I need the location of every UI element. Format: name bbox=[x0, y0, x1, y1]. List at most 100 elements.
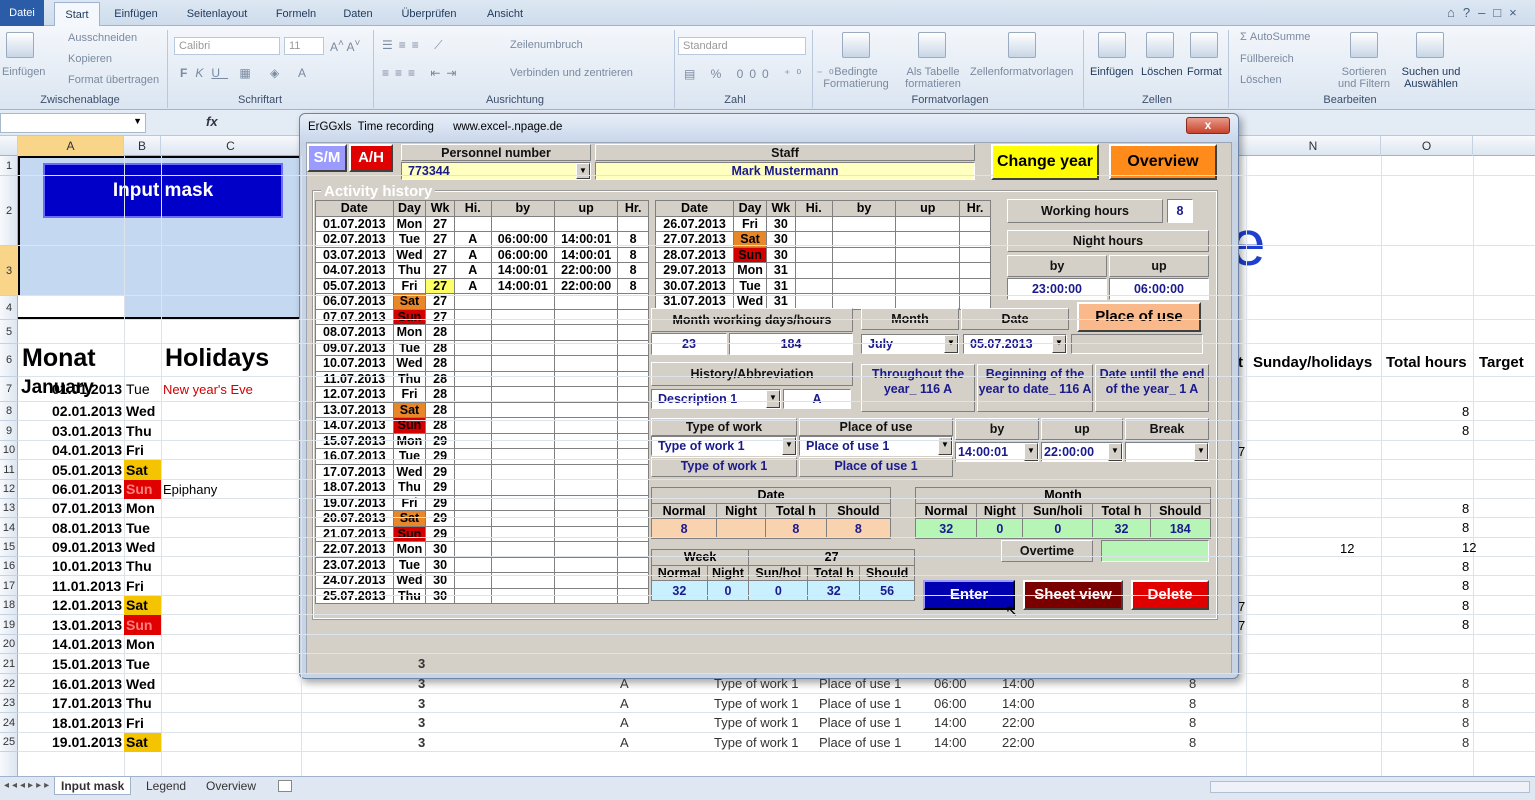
cell-day[interactable]: Tue bbox=[126, 518, 150, 538]
cell-target[interactable]: 8 bbox=[1462, 421, 1469, 441]
table-row[interactable]: 30.07.2013 Tue 31 bbox=[654, 277, 991, 294]
column-header-n[interactable]: N bbox=[1246, 136, 1381, 156]
table-row[interactable]: 23.07.2013 Tue 30 bbox=[315, 556, 649, 573]
ah-button[interactable]: A/H bbox=[349, 144, 393, 172]
cell-day[interactable]: Tue bbox=[126, 654, 150, 674]
format-as-table-button[interactable]: Als Tabelle formatieren bbox=[896, 66, 970, 90]
sort-filter-button[interactable]: Sortieren und Filtern bbox=[1332, 66, 1396, 90]
tab-ansicht[interactable]: Ansicht bbox=[480, 2, 530, 26]
number-format-combo[interactable]: Standard bbox=[678, 37, 806, 55]
fx-icon[interactable]: fx bbox=[206, 114, 218, 129]
cell-up[interactable]: 14:00 bbox=[1002, 694, 1035, 713]
row-header[interactable]: 1 bbox=[0, 156, 18, 176]
cell-hours[interactable]: 8 bbox=[1189, 694, 1196, 713]
cell-date[interactable]: 14.01.2013 bbox=[52, 635, 122, 654]
chevron-down-icon[interactable]: ▼ bbox=[944, 335, 958, 353]
row-header[interactable]: 6 bbox=[0, 344, 18, 377]
cell-target[interactable]: 8 bbox=[1462, 518, 1469, 538]
cell-place-of-use[interactable]: Place of use 1 bbox=[819, 694, 901, 713]
cell-day[interactable]: Sat bbox=[124, 460, 161, 480]
window-controls-icon[interactable]: ⌂?–□× bbox=[1447, 5, 1527, 21]
table-row[interactable]: 07.07.2013 Sun 27 bbox=[315, 308, 649, 325]
align-left-icon[interactable]: ≡≡≡ ⇤⇥ bbox=[382, 66, 462, 80]
tab-einfuegen[interactable]: Einfügen bbox=[108, 2, 164, 26]
wrap-text-button[interactable]: Zeilenumbruch bbox=[510, 39, 583, 51]
type-of-work-select[interactable]: Type of work 1 ▼ bbox=[651, 436, 797, 456]
cell-date[interactable]: 04.01.2013 bbox=[52, 441, 122, 460]
cell-code[interactable]: A bbox=[620, 674, 629, 694]
cell-day[interactable]: Fri bbox=[126, 713, 144, 733]
row-header[interactable]: 14 bbox=[0, 518, 18, 538]
sheet-tab-input-mask[interactable]: Input mask bbox=[54, 777, 132, 795]
sheet-nav-icon[interactable]: ◂◂◂▸▸▸ bbox=[4, 780, 52, 791]
row-header[interactable]: 21 bbox=[0, 654, 18, 674]
sm-button[interactable]: S/M bbox=[307, 144, 347, 172]
row-header[interactable]: 2 bbox=[0, 176, 18, 246]
cell-by[interactable]: 06:00 bbox=[934, 674, 967, 694]
cell-day[interactable]: Thu bbox=[126, 694, 152, 713]
month-select[interactable]: July ▼ bbox=[861, 334, 959, 354]
row-header[interactable]: 16 bbox=[0, 557, 18, 576]
clear-button[interactable]: Löschen bbox=[1240, 74, 1282, 86]
cell-target[interactable]: 8 bbox=[1462, 615, 1469, 635]
font-size-combo[interactable]: 11 bbox=[284, 37, 324, 55]
cell-holiday-note[interactable]: New year's Eve bbox=[163, 377, 253, 402]
cell-place-of-use[interactable]: Place of use 1 bbox=[819, 713, 901, 733]
cell-date[interactable]: 03.01.2013 bbox=[52, 421, 122, 441]
cell-type-of-work[interactable]: Type of work 1 bbox=[714, 713, 799, 733]
cell-day[interactable]: Wed bbox=[126, 402, 155, 421]
selected-cell[interactable] bbox=[18, 296, 124, 317]
delete-cells-button[interactable]: Löschen bbox=[1141, 66, 1183, 78]
insert-cells-icon[interactable] bbox=[1098, 32, 1126, 58]
cell-hours[interactable]: 8 bbox=[1189, 674, 1196, 694]
conditional-format-button[interactable]: Bedingte Formatierung bbox=[816, 66, 896, 90]
conditional-format-icon[interactable] bbox=[842, 32, 870, 58]
cell-date[interactable]: 11.01.2013 bbox=[52, 576, 121, 596]
cell-target[interactable]: 12 bbox=[1462, 538, 1476, 557]
table-row[interactable]: 18.07.2013 Thu 29 bbox=[315, 479, 649, 496]
find-select-button[interactable]: Suchen und Auswählen bbox=[1398, 66, 1464, 90]
table-row[interactable]: 08.07.2013 Mon 28 bbox=[315, 324, 649, 341]
row-header[interactable]: 5 bbox=[0, 320, 18, 344]
cell-holiday-note[interactable]: Epiphany bbox=[163, 480, 217, 499]
table-row[interactable]: 11.07.2013 Thu 28 bbox=[315, 370, 649, 387]
night-up-value[interactable]: 06:00:00 bbox=[1109, 278, 1209, 300]
cell-day[interactable]: Sun bbox=[124, 615, 161, 635]
cell-week[interactable]: 3 bbox=[418, 654, 425, 674]
cell-by[interactable]: 06:00 bbox=[934, 694, 967, 713]
table-row[interactable]: 28.07.2013 Sun 30 bbox=[654, 246, 991, 263]
personnel-number-select[interactable]: 773344 ▼ bbox=[401, 162, 591, 180]
cell-hours[interactable]: 8 bbox=[1189, 713, 1196, 733]
table-row[interactable]: 13.07.2013 Sat 28 bbox=[315, 401, 649, 418]
cell-day[interactable]: Mon bbox=[126, 635, 155, 654]
cell-day[interactable]: Wed bbox=[126, 674, 155, 694]
name-box[interactable]: ▼ bbox=[0, 113, 146, 133]
place-of-use-select[interactable]: Place of use 1 ▼ bbox=[799, 436, 953, 456]
column-header-a[interactable]: A bbox=[18, 136, 124, 156]
copy-button[interactable]: Kopieren bbox=[68, 53, 112, 65]
cell-date[interactable]: 19.01.2013 bbox=[52, 733, 122, 752]
cell-by[interactable]: 14:00 bbox=[934, 713, 967, 733]
cell-day[interactable]: Wed bbox=[126, 538, 155, 557]
table-row[interactable]: 16.07.2013 Tue 29 bbox=[315, 448, 649, 465]
cell-day[interactable]: Sat bbox=[124, 733, 161, 752]
table-row[interactable]: 26.07.2013 Fri 30 bbox=[654, 215, 991, 232]
cell-up[interactable]: 22:00 bbox=[1002, 733, 1035, 752]
table-row[interactable]: 01.07.2013 Mon 27 bbox=[315, 215, 649, 232]
cell-date[interactable]: 13.01.2013 bbox=[52, 615, 122, 635]
table-row[interactable]: 10.07.2013 Wed 28 bbox=[315, 355, 649, 372]
format-cells-icon[interactable] bbox=[1190, 32, 1218, 58]
row-header[interactable]: 3 bbox=[0, 246, 18, 296]
insert-cells-button[interactable]: Einfügen bbox=[1090, 66, 1133, 78]
cell-day[interactable]: Fri bbox=[126, 576, 144, 596]
paste-button[interactable]: Einfügen bbox=[2, 66, 45, 78]
tab-ueberpruefen[interactable]: Überprüfen bbox=[396, 2, 462, 26]
table-row[interactable]: 29.07.2013 Mon 31 bbox=[654, 262, 991, 279]
cell-day[interactable]: Thu bbox=[126, 557, 152, 576]
cell-type-of-work[interactable]: Type of work 1 bbox=[714, 674, 799, 694]
bold-italic-underline-icon[interactable]: FKU ▦ ◈ A bbox=[180, 66, 314, 80]
cell-code[interactable]: A bbox=[620, 733, 629, 752]
cell-hours[interactable]: 8 bbox=[1189, 733, 1196, 752]
cell-date[interactable]: 18.01.2013 bbox=[52, 713, 122, 733]
cell-date[interactable]: 08.01.2013 bbox=[52, 518, 122, 538]
